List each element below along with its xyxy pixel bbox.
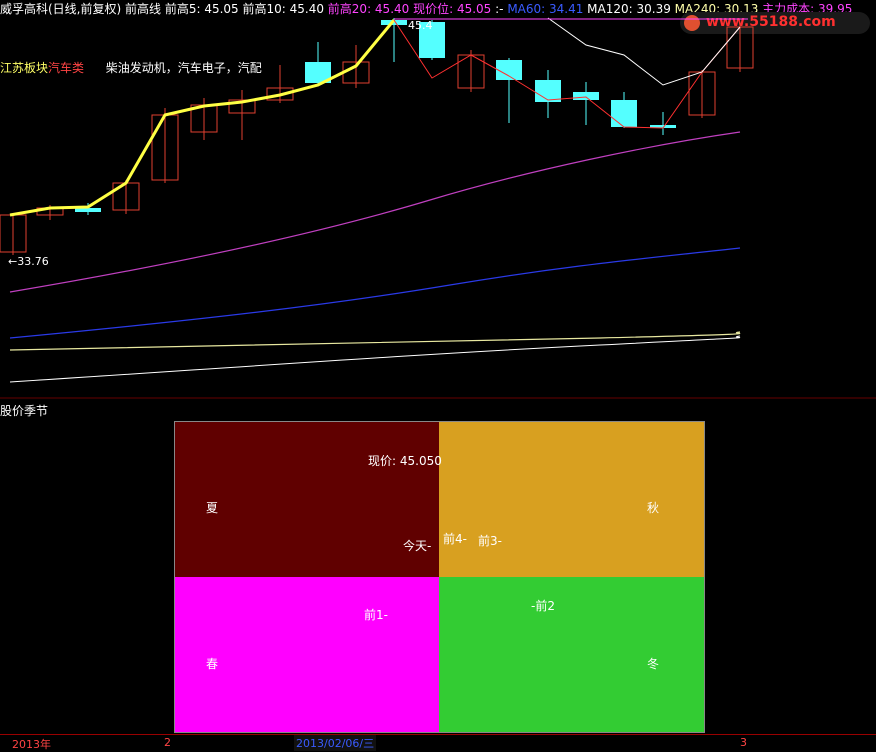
spring-label: 春 (206, 657, 219, 671)
winter-label: 冬 (647, 657, 660, 671)
ma20-line (9, 131, 741, 293)
prev2-label: -前2 (531, 599, 555, 613)
ma60-line (9, 247, 741, 339)
summer-label: 夏 (206, 501, 219, 515)
today-label: 今天- (403, 539, 432, 553)
prev3-label: 前3- (478, 534, 502, 548)
low-price-mark: ←33.76 (8, 255, 49, 268)
prev1-label: 前1- (364, 608, 388, 622)
autumn-label: 秋 (647, 501, 660, 515)
current-price-label: 现价: 45.050 (368, 454, 442, 468)
trend-line-red (393, 19, 741, 129)
ma5-line (9, 19, 396, 217)
candle-body-15 (573, 92, 599, 100)
prev4-label: 前4- (443, 532, 467, 546)
candle-body-16 (611, 100, 637, 127)
candle-body-14 (535, 80, 561, 102)
cursor-date: 2013/02/06/三 (294, 735, 377, 751)
candle-body-13 (496, 60, 522, 80)
trend-line-white (547, 17, 741, 86)
x-axis-year: 2013年 (12, 738, 51, 751)
subpanel-title[interactable]: 股价季节 (0, 402, 48, 419)
x-axis-month-3: 3 (740, 736, 747, 749)
x-axis-month-2: 2 (164, 736, 171, 749)
ma240-line (9, 331, 741, 351)
high-price-mark: 45.4 (408, 19, 433, 32)
